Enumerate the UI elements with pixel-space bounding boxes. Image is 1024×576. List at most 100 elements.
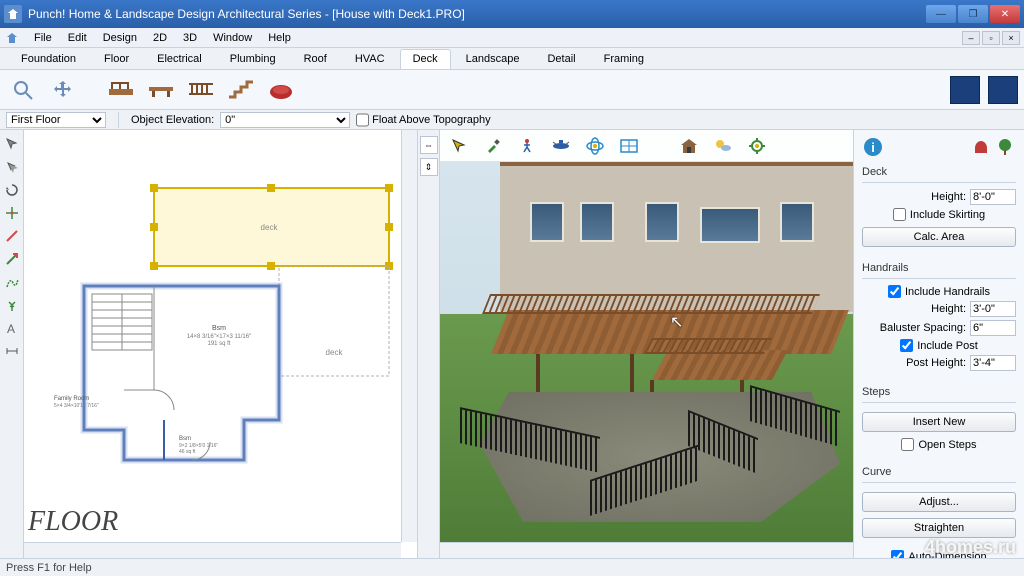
svg-text:deck: deck — [261, 223, 279, 232]
menu-window[interactable]: Window — [205, 32, 260, 44]
steps-section-title: Steps — [862, 386, 1016, 398]
v3-weather-icon[interactable] — [710, 133, 736, 159]
menu-2d[interactable]: 2D — [145, 32, 175, 44]
ribbon-toolbar — [0, 70, 1024, 110]
svg-text:14×8 3/16"×17×3 11/16": 14×8 3/16"×17×3 11/16" — [187, 334, 251, 340]
v3-dropper-icon[interactable] — [480, 133, 506, 159]
v3-house-icon[interactable] — [676, 133, 702, 159]
baluster-label: Baluster Spacing: — [862, 322, 966, 334]
tab-plumbing[interactable]: Plumbing — [217, 49, 289, 69]
menu-design[interactable]: Design — [95, 32, 145, 44]
app-icon — [4, 5, 22, 23]
zoom-tool-icon[interactable] — [6, 73, 40, 107]
doc-icon — [4, 30, 20, 46]
calc-area-button[interactable]: Calc. Area — [862, 227, 1016, 247]
baluster-input[interactable] — [970, 320, 1016, 336]
vertical-toolbar: A — [0, 130, 24, 558]
select-tool-icon[interactable] — [2, 134, 22, 154]
menu-edit[interactable]: Edit — [60, 32, 95, 44]
autodim-checkbox[interactable] — [891, 550, 904, 558]
post-height-label: Post Height: — [862, 357, 966, 369]
deck-tool-icon[interactable] — [104, 73, 138, 107]
line-tool-icon[interactable] — [2, 226, 22, 246]
railing-tool-icon[interactable] — [184, 73, 218, 107]
plant-tool-icon[interactable] — [2, 295, 22, 315]
handrail-height-label: Height: — [862, 303, 966, 315]
float-topography-checkbox[interactable]: Float Above Topography — [356, 112, 490, 128]
text-tool-icon[interactable]: A — [2, 318, 22, 338]
status-text: Press F1 for Help — [6, 562, 92, 574]
pan-tool-icon[interactable] — [46, 73, 80, 107]
move-tool-icon[interactable] — [2, 203, 22, 223]
red-chair-icon[interactable] — [970, 136, 992, 158]
plan-hscrollbar[interactable] — [24, 542, 401, 558]
minimize-button[interactable]: — — [926, 5, 956, 23]
statusbar: Press F1 for Help — [0, 558, 1024, 576]
stairs-tool-icon[interactable] — [224, 73, 258, 107]
v3-fly-icon[interactable] — [548, 133, 574, 159]
view-layout2-button[interactable] — [988, 76, 1018, 104]
tab-detail[interactable]: Detail — [534, 49, 588, 69]
elevation-input[interactable]: 0" — [220, 112, 350, 128]
v3-orbit-icon[interactable] — [582, 133, 608, 159]
splitter-horiz-icon[interactable]: ⇔ — [420, 136, 438, 154]
menu-file[interactable]: File — [26, 32, 60, 44]
info-icon[interactable]: i — [862, 136, 884, 158]
include-post-checkbox[interactable] — [900, 339, 913, 352]
rotate-tool-icon[interactable] — [2, 180, 22, 200]
tree-icon[interactable] — [994, 136, 1016, 158]
handrail-height-input[interactable] — [970, 301, 1016, 317]
include-handrails-checkbox[interactable] — [888, 285, 901, 298]
menu-3d[interactable]: 3D — [175, 32, 205, 44]
tab-hvac[interactable]: HVAC — [342, 49, 398, 69]
view3d-hscrollbar[interactable] — [440, 542, 853, 558]
view3d-toolbar — [440, 130, 853, 162]
titlebar: Punch! Home & Landscape Design Architect… — [0, 0, 1024, 28]
v3-plan-icon[interactable] — [616, 133, 642, 159]
cursor-icon: ↖ — [670, 312, 683, 332]
mdi-restore-button[interactable]: ▫ — [982, 31, 1000, 45]
skirting-checkbox[interactable] — [893, 208, 906, 221]
insert-new-button[interactable]: Insert New — [862, 412, 1016, 432]
tab-foundation[interactable]: Foundation — [8, 49, 89, 69]
path-tool-icon[interactable] — [2, 272, 22, 292]
view-layout1-button[interactable] — [950, 76, 980, 104]
tab-roof[interactable]: Roof — [291, 49, 340, 69]
deck-height-input[interactable] — [970, 189, 1016, 205]
select-all-tool-icon[interactable] — [2, 157, 22, 177]
post-height-input[interactable] — [970, 355, 1016, 371]
import-tool-icon[interactable] — [2, 249, 22, 269]
tab-electrical[interactable]: Electrical — [144, 49, 215, 69]
svg-text:Bsm: Bsm — [212, 325, 226, 332]
floor-selector[interactable]: First Floor — [6, 112, 106, 128]
tab-landscape[interactable]: Landscape — [453, 49, 533, 69]
splitter-vert-icon[interactable]: ⇕ — [420, 158, 438, 176]
hottub-tool-icon[interactable] — [264, 73, 298, 107]
mdi-minimize-button[interactable]: – — [962, 31, 980, 45]
open-steps-checkbox[interactable] — [901, 438, 914, 451]
straighten-button[interactable]: Straighten — [862, 518, 1016, 538]
open-steps-label: Open Steps — [918, 439, 976, 451]
bench-tool-icon[interactable] — [144, 73, 178, 107]
menubar: File Edit Design 2D 3D Window Help – ▫ × — [0, 28, 1024, 48]
v3-settings-icon[interactable] — [744, 133, 770, 159]
svg-text:191 sq ft: 191 sq ft — [207, 341, 230, 347]
plan-vscrollbar[interactable] — [401, 130, 417, 542]
adjust-button[interactable]: Adjust... — [862, 492, 1016, 512]
maximize-button[interactable]: ❐ — [958, 5, 988, 23]
tab-deck[interactable]: Deck — [400, 49, 451, 69]
svg-text:i: i — [871, 140, 875, 155]
close-button[interactable]: ✕ — [990, 5, 1020, 23]
v3-walk-icon[interactable] — [514, 133, 540, 159]
elevation-label: Object Elevation: — [131, 114, 214, 126]
dimension-tool-icon[interactable] — [2, 341, 22, 361]
svg-text:Bsm: Bsm — [179, 436, 191, 442]
svg-text:deck: deck — [326, 348, 344, 357]
tab-framing[interactable]: Framing — [591, 49, 657, 69]
v3-select-icon[interactable] — [446, 133, 472, 159]
menu-help[interactable]: Help — [260, 32, 299, 44]
mdi-close-button[interactable]: × — [1002, 31, 1020, 45]
tab-floor[interactable]: Floor — [91, 49, 142, 69]
plan-view[interactable]: deck deck — [24, 130, 418, 558]
view3d-scene[interactable]: ↖ — [440, 162, 853, 542]
